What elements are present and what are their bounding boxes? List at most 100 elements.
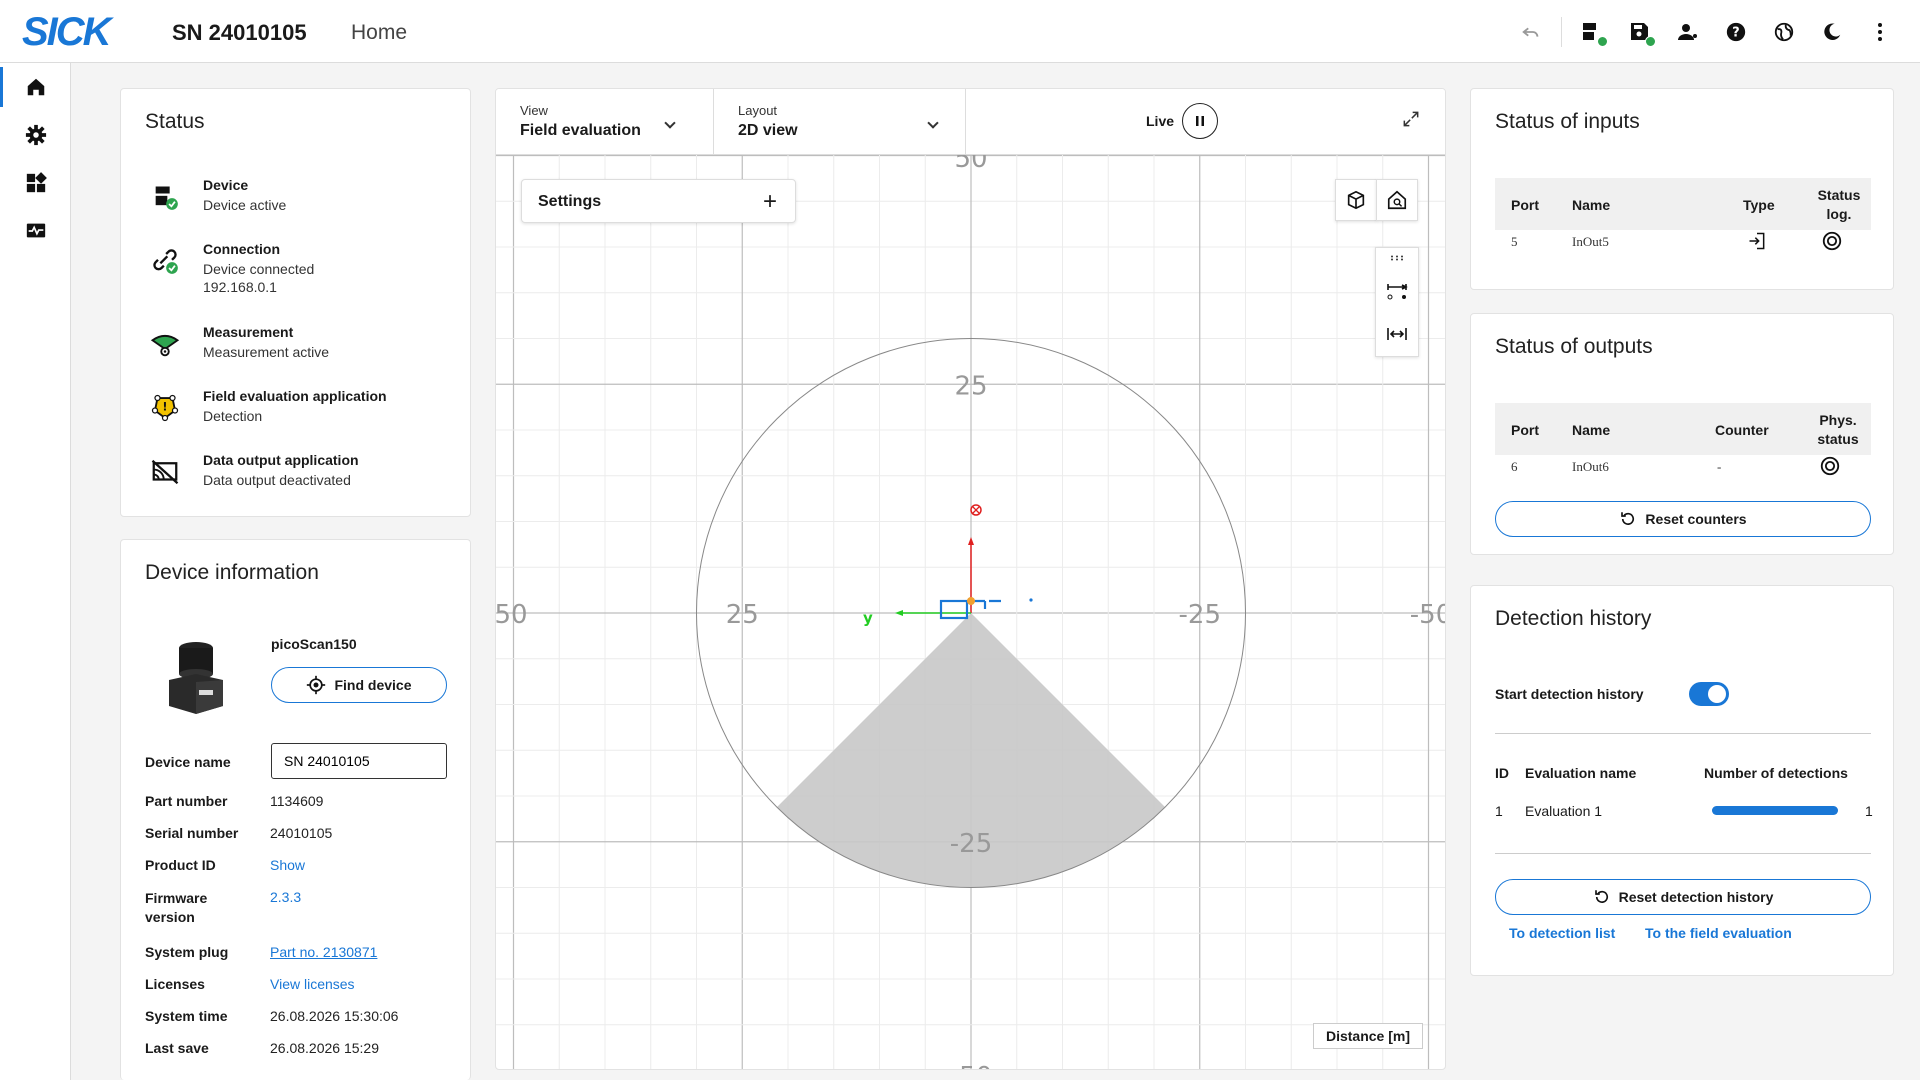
history-title: Detection history (1495, 607, 1652, 630)
x-axis-arrow (968, 537, 974, 545)
measure-width-button[interactable] (1385, 312, 1409, 356)
part-number-value: 1134609 (270, 793, 324, 809)
outputs-table-header: Port Name Counter Phys. status (1495, 403, 1871, 455)
firmware-version-link[interactable]: 2.3.3 (270, 889, 301, 905)
product-id-label: Product ID (145, 857, 216, 873)
to-field-evaluation-link[interactable]: To the field evaluation (1645, 925, 1792, 941)
fullscreen-button[interactable] (1401, 109, 1425, 133)
detection-bar-fill (1712, 806, 1838, 815)
data-output-off-icon (145, 452, 185, 492)
detection-history-card: Detection history Start detection histor… (1470, 585, 1894, 976)
device-name-label: Device name (145, 754, 231, 770)
language-icon[interactable] (1760, 8, 1808, 56)
field-plot[interactable]: 5025-25-505025-25-50y (496, 89, 1446, 1070)
axis-label-x-25: 25 (726, 600, 759, 630)
find-device-button[interactable]: Find device (271, 667, 447, 703)
save-icon[interactable] (1616, 8, 1664, 56)
link-icon (145, 241, 185, 281)
field-evaluation-viewer: 5025-25-505025-25-50y View Field evaluat… (495, 88, 1446, 1070)
axis-label-x-neg25: -25 (1179, 600, 1221, 630)
home-icon (27, 78, 44, 96)
reset-detection-history-button[interactable]: Reset detection history (1495, 879, 1871, 915)
device-icon (145, 177, 185, 217)
inputs-title: Status of inputs (1495, 110, 1640, 133)
monitor-icon (26, 223, 45, 238)
pause-icon (1196, 116, 1204, 126)
layout-dropdown[interactable]: Layout 2D view (714, 89, 966, 155)
nav-settings[interactable] (0, 111, 71, 159)
status-measurement: Measurement Measurement active (145, 324, 329, 364)
view-licenses-link[interactable]: View licenses (270, 976, 355, 992)
undo-icon[interactable] (1507, 8, 1555, 56)
history-name-header: Evaluation name (1525, 765, 1637, 781)
system-plug-label: System plug (145, 944, 229, 960)
to-detection-list-link[interactable]: To detection list (1509, 925, 1615, 941)
axis-label-x-neg50: -50 (1410, 600, 1446, 630)
status-card: Status Device Device active Connection Dev… (120, 88, 471, 517)
last-save-label: Last save (145, 1040, 209, 1056)
field-evaluation-icon: ! (145, 388, 185, 428)
home-search-icon (1387, 190, 1407, 210)
measurement-icon (145, 324, 185, 364)
status-field-evaluation: ! Field evaluation application Detection (145, 388, 387, 428)
input-port: 5 (1511, 234, 1518, 249)
device-name-input[interactable] (271, 743, 447, 779)
page-title: Home (351, 21, 408, 44)
help-icon[interactable]: ? (1712, 8, 1760, 56)
nav-apps[interactable] (0, 159, 71, 207)
last-save-value: 26.08.2026 15:29 (270, 1040, 379, 1056)
start-history-toggle[interactable] (1689, 682, 1729, 706)
settings-panel-toggle[interactable]: Settings + (521, 179, 796, 223)
gear-icon (25, 124, 46, 146)
measure-point-icon (1387, 284, 1408, 300)
sensor-origin (967, 597, 975, 605)
user-icon[interactable] (1664, 8, 1712, 56)
serial-number-label: Serial number (145, 825, 239, 841)
product-id-show-link[interactable]: Show (270, 857, 305, 873)
system-time-value: 26.08.2026 15:30:06 (270, 1008, 399, 1024)
output-counter: - (1717, 459, 1722, 474)
drag-handle-icon[interactable] (1390, 248, 1404, 268)
y-axis-arrow (895, 610, 903, 616)
status-data-output: Data output application Data output deact… (145, 452, 359, 492)
nav-home[interactable] (0, 63, 71, 111)
system-plug-link[interactable]: Part no. 2130871 (270, 944, 377, 960)
history-count-header: Number of detections (1704, 765, 1848, 781)
divider (1495, 733, 1871, 734)
sensor-point (1029, 598, 1033, 602)
device-image (165, 634, 227, 716)
output-port: 6 (1511, 459, 1518, 474)
view-3d-button[interactable] (1335, 179, 1377, 221)
reset-counters-button[interactable]: Reset counters (1495, 501, 1871, 537)
input-name: InOut5 (1572, 234, 1609, 249)
device-status-icon[interactable] (1568, 8, 1616, 56)
measure-toolbar (1375, 247, 1419, 357)
start-history-label: Start detection history (1495, 686, 1644, 702)
serial-number-value: 24010105 (270, 825, 333, 841)
device-serial-title: SN 24010105 (172, 20, 307, 45)
system-time-label: System time (145, 1008, 228, 1024)
part-number-label: Part number (145, 793, 228, 809)
history-row-id: 1 (1495, 803, 1503, 819)
dark-mode-icon[interactable] (1808, 8, 1856, 56)
y-axis-marker: y (863, 609, 873, 627)
axis-label-y-25: 25 (954, 371, 987, 401)
distance-unit-label: Distance [m] (1312, 1023, 1423, 1049)
pause-button[interactable] (1182, 103, 1218, 139)
home-view-button[interactable] (1376, 179, 1418, 221)
x-axis-marker-cross (972, 506, 980, 514)
measure-distance-button[interactable] (1385, 268, 1409, 312)
axis-label-y-neg25: -25 (950, 829, 992, 859)
view-dropdown[interactable]: View Field evaluation (496, 89, 714, 155)
expand-icon (1403, 111, 1419, 127)
left-navigation (0, 63, 71, 1080)
nav-monitor[interactable] (0, 207, 71, 255)
more-menu-icon[interactable] (1856, 8, 1904, 56)
device-information-card: Device information picoScan150 Find devi… (120, 539, 471, 1080)
history-id-header: ID (1495, 765, 1509, 781)
input-status-indicator-icon (1821, 230, 1843, 257)
apps-icon (26, 172, 47, 193)
live-label: Live (1146, 113, 1175, 129)
svg-text:!: ! (162, 401, 167, 414)
measure-width-icon (1387, 328, 1407, 340)
